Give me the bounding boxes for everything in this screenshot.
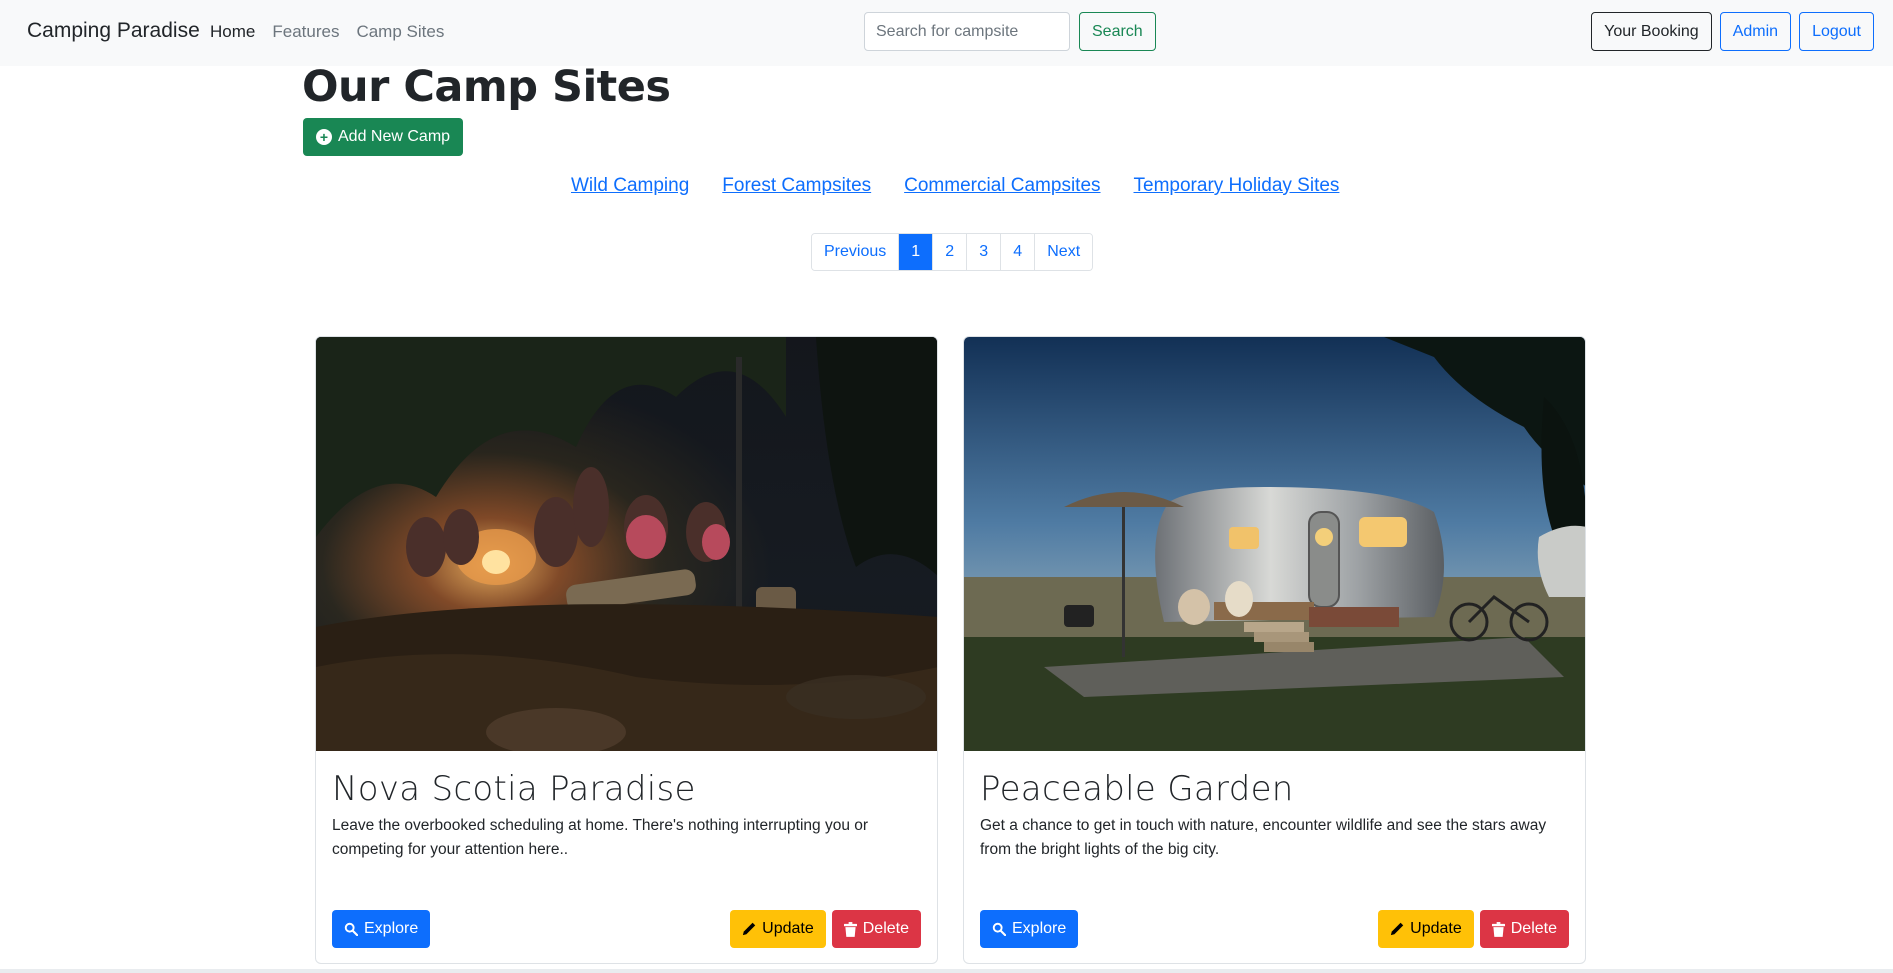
update-button[interactable]: Update (730, 910, 826, 948)
card-title: Nova Scotia Paradise (332, 769, 696, 809)
add-new-camp-button[interactable]: + Add New Camp (303, 118, 464, 156)
card-admin-actions: Update Delete (730, 910, 921, 948)
nav-link-features[interactable]: Features (272, 22, 339, 42)
camp-card: Nova Scotia Paradise Leave the overbooke… (315, 336, 938, 964)
trailer-scene-image (964, 337, 1585, 751)
pagination-previous[interactable]: Previous (812, 234, 900, 270)
delete-label: Delete (1510, 920, 1557, 937)
card-actions: Explore Update Delete (980, 910, 1569, 948)
search-icon (344, 922, 358, 936)
campfire-photo (316, 337, 937, 751)
search-form: Search (864, 12, 1156, 51)
update-button[interactable]: Update (1378, 910, 1474, 948)
pagination-page-3[interactable]: 3 (967, 234, 1002, 270)
update-label: Update (762, 920, 814, 937)
pagination: Previous 1 2 3 4 Next (811, 233, 1094, 271)
update-label: Update (1410, 920, 1462, 937)
pagination-page-2[interactable]: 2 (933, 234, 968, 270)
plus-circle-icon: + (316, 129, 332, 145)
search-button[interactable]: Search (1079, 12, 1156, 51)
logout-button[interactable]: Logout (1799, 12, 1874, 51)
admin-button[interactable]: Admin (1719, 12, 1792, 51)
pencil-icon (1390, 922, 1404, 936)
card-title: Peaceable Garden (980, 769, 1294, 809)
search-input[interactable] (864, 12, 1070, 51)
trash-icon (1491, 921, 1505, 937)
category-link-temporary-holiday-sites[interactable]: Temporary Holiday Sites (1134, 175, 1340, 197)
pagination-page-1[interactable]: 1 (899, 234, 934, 270)
camp-card: Peaceable Garden Get a chance to get in … (963, 336, 1586, 964)
pencil-icon (742, 922, 756, 936)
card-admin-actions: Update Delete (1378, 910, 1569, 948)
nav-link-camp-sites[interactable]: Camp Sites (356, 22, 444, 42)
page-bottom-border (0, 969, 1893, 973)
pagination-page-4[interactable]: 4 (1001, 234, 1036, 270)
category-link-wild-camping[interactable]: Wild Camping (571, 175, 689, 197)
explore-button[interactable]: Explore (332, 910, 431, 948)
your-booking-button[interactable]: Your Booking (1591, 12, 1712, 51)
explore-label: Explore (364, 920, 419, 937)
card-description: Leave the overbooked scheduling at home.… (332, 817, 869, 858)
explore-button[interactable]: Explore (980, 910, 1079, 948)
explore-label: Explore (1012, 920, 1067, 937)
account-buttons: Your Booking Admin Logout (1591, 12, 1874, 51)
delete-button[interactable]: Delete (1479, 910, 1569, 948)
brand-logo-link[interactable]: Camping Paradise (27, 19, 200, 43)
delete-button[interactable]: Delete (831, 910, 921, 948)
nav-link-home[interactable]: Home (210, 22, 255, 42)
add-new-camp-label: Add New Camp (338, 128, 451, 145)
search-icon (992, 922, 1006, 936)
navbar: Camping Paradise Home Features Camp Site… (0, 0, 1893, 66)
category-link-forest-campsites[interactable]: Forest Campsites (722, 175, 871, 197)
nav-links: Home Features Camp Sites (210, 22, 444, 42)
trailer-photo (964, 337, 1585, 751)
category-links: Wild Camping Forest Campsites Commercial… (571, 175, 1339, 197)
campfire-scene-image (316, 337, 937, 751)
card-actions: Explore Update Delete (332, 910, 921, 948)
pagination-next[interactable]: Next (1035, 234, 1093, 270)
category-link-commercial-campsites[interactable]: Commercial Campsites (904, 175, 1100, 197)
card-description: Get a chance to get in touch with nature… (980, 817, 1547, 858)
trash-icon (843, 921, 857, 937)
page-title: Our Camp Sites (302, 62, 671, 112)
delete-label: Delete (862, 920, 909, 937)
